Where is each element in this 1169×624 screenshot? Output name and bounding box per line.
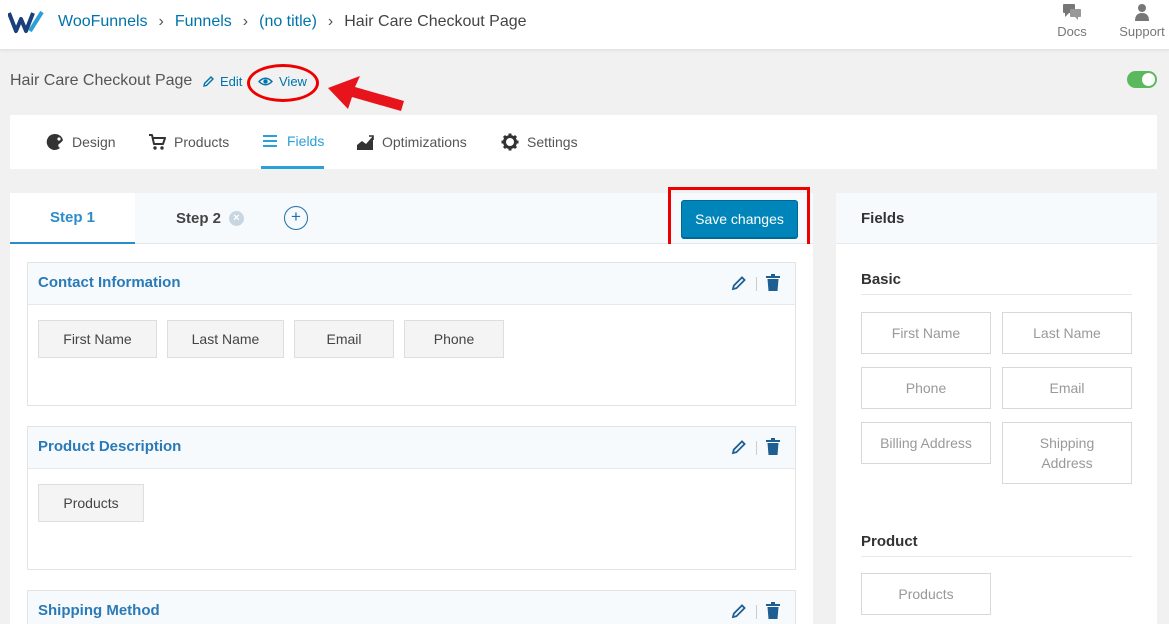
breadcrumb: WooFunnels › Funnels › (no title) › Hair…	[58, 13, 527, 31]
section-title: Shipping Method	[38, 602, 160, 619]
fields-panel: Fields Basic First Name Last Name Phone …	[836, 193, 1157, 624]
tab-nav: Design Products Fields Optimizations Set…	[10, 115, 1157, 169]
tab-fields-label: Fields	[287, 132, 325, 149]
section-header: Product Description	[28, 427, 795, 469]
tab-products-label: Products	[174, 134, 230, 150]
section-shipping-method: Shipping Method	[27, 590, 796, 624]
pencil-icon[interactable]	[731, 439, 747, 455]
pencil-icon	[203, 76, 214, 87]
breadcrumb-funnels[interactable]: Funnels	[175, 13, 232, 31]
add-step-button[interactable]: +	[284, 206, 308, 230]
field-option[interactable]: Phone	[861, 367, 991, 409]
divider	[756, 441, 757, 455]
section-header: Shipping Method	[28, 591, 795, 624]
field-option[interactable]: Products	[861, 573, 991, 615]
breadcrumb-funnel[interactable]: (no title)	[259, 13, 317, 31]
field-chip[interactable]: Products	[38, 484, 144, 522]
page-title: Hair Care Checkout Page	[10, 72, 193, 89]
tab-optimizations[interactable]: Optimizations	[356, 115, 467, 169]
tab-design[interactable]: Design	[46, 115, 116, 169]
field-option[interactable]: First Name	[861, 312, 991, 354]
field-chip[interactable]: Last Name	[167, 320, 284, 358]
field-option[interactable]: Last Name	[1002, 312, 1132, 354]
person-icon	[1135, 4, 1149, 21]
pencil-icon[interactable]	[731, 275, 747, 291]
section-contact-information: Contact Information First Name Last Name…	[27, 262, 796, 406]
tab-fields[interactable]: Fields	[261, 115, 325, 169]
field-chip[interactable]: Phone	[404, 320, 504, 358]
chevron-right-icon: ›	[242, 13, 249, 30]
field-option[interactable]: Billing Address	[861, 422, 991, 464]
field-option[interactable]: Shipping Address	[1002, 422, 1132, 484]
section-header: Contact Information	[28, 263, 795, 305]
support-label: Support	[1119, 24, 1165, 39]
divider	[861, 294, 1132, 295]
divider	[861, 556, 1132, 557]
section-title: Product Description	[38, 438, 182, 455]
docs-label: Docs	[1057, 24, 1087, 39]
page-status-toggle[interactable]	[1127, 71, 1157, 88]
field-chip[interactable]: Email	[294, 320, 394, 358]
edit-link[interactable]: Edit	[202, 74, 242, 89]
pencil-icon[interactable]	[731, 603, 747, 619]
trash-icon[interactable]	[765, 438, 781, 456]
gear-icon	[501, 133, 519, 151]
tab-design-label: Design	[72, 134, 116, 150]
support-button[interactable]: Support	[1117, 3, 1167, 39]
step-2-label: Step 2	[176, 210, 222, 227]
step-1-label: Step 1	[49, 209, 95, 226]
annotation-circle	[247, 64, 319, 102]
chevron-right-icon: ›	[327, 13, 334, 30]
step-2-tab[interactable]: Step 2 ×	[176, 193, 245, 244]
toggle-knob	[1142, 73, 1155, 86]
docs-button[interactable]: Docs	[1054, 3, 1090, 39]
fields-panel-title: Fields	[836, 193, 1157, 244]
chart-icon	[357, 135, 374, 150]
basic-group-title: Basic	[861, 271, 902, 288]
section-title: Contact Information	[38, 274, 181, 291]
breadcrumb-woofunnels[interactable]: WooFunnels	[58, 13, 148, 31]
divider	[756, 605, 757, 619]
woofunnels-logo-icon[interactable]	[8, 10, 44, 34]
trash-icon[interactable]	[765, 602, 781, 620]
save-changes-button[interactable]: Save changes	[681, 200, 798, 238]
field-option[interactable]: Email	[1002, 367, 1132, 409]
tab-settings-label: Settings	[527, 134, 578, 150]
trash-icon[interactable]	[765, 274, 781, 292]
step-1-tab[interactable]: Step 1	[10, 193, 135, 244]
list-icon	[263, 134, 277, 147]
tab-optimizations-label: Optimizations	[382, 134, 467, 150]
section-product-description: Product Description Products	[27, 426, 796, 570]
tab-products[interactable]: Products	[148, 115, 229, 169]
divider	[756, 277, 757, 291]
cart-icon	[149, 134, 166, 150]
field-chip[interactable]: First Name	[38, 320, 157, 358]
top-bar: WooFunnels › Funnels › (no title) › Hair…	[0, 0, 1169, 50]
annotation-arrow-icon	[328, 76, 404, 111]
chevron-right-icon: ›	[158, 13, 164, 30]
remove-step-icon[interactable]: ×	[229, 211, 245, 226]
breadcrumb-current: Hair Care Checkout Page	[344, 13, 527, 30]
palette-icon	[46, 133, 63, 150]
product-group-title: Product	[861, 533, 918, 550]
edit-label: Edit	[220, 74, 243, 89]
tab-settings[interactable]: Settings	[501, 115, 578, 169]
chat-bubbles-icon	[1063, 4, 1081, 20]
